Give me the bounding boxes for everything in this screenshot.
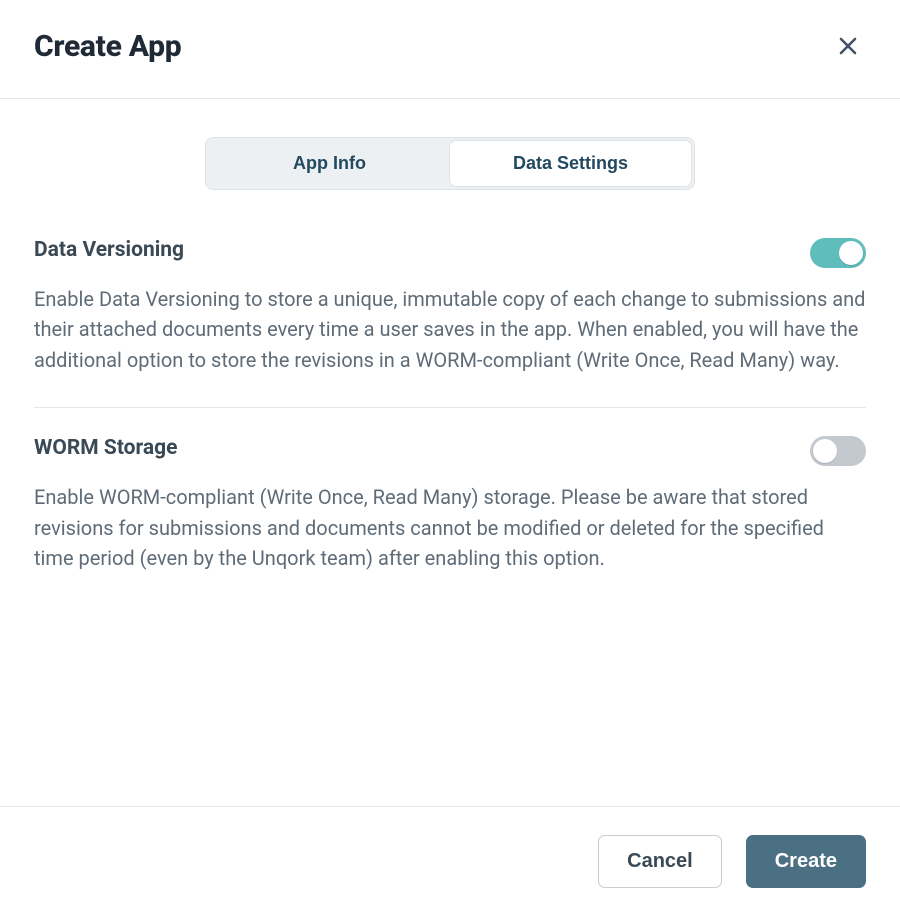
modal-header: Create App xyxy=(0,0,900,99)
tab-app-info[interactable]: App Info xyxy=(209,141,450,186)
toggle-knob xyxy=(813,439,837,463)
setting-data-versioning: Data Versioning xyxy=(34,238,866,284)
modal-footer: Cancel Create xyxy=(0,806,900,908)
create-button[interactable]: Create xyxy=(746,835,866,888)
toggle-data-versioning[interactable] xyxy=(810,238,866,268)
setting-desc-worm-storage: Enable WORM-compliant (Write Once, Read … xyxy=(34,482,866,573)
toggle-worm-storage[interactable] xyxy=(810,436,866,466)
toggle-knob xyxy=(839,241,863,265)
setting-title-data-versioning: Data Versioning xyxy=(34,238,184,262)
tabs: App Info Data Settings xyxy=(205,137,695,190)
setting-desc-data-versioning: Enable Data Versioning to store a unique… xyxy=(34,284,866,375)
close-button[interactable] xyxy=(830,28,866,64)
setting-title-worm-storage: WORM Storage xyxy=(34,436,177,460)
modal-title: Create App xyxy=(34,29,181,64)
cancel-button[interactable]: Cancel xyxy=(598,835,722,888)
create-app-modal: Create App App Info Data Settings Data V… xyxy=(0,0,900,908)
setting-worm-storage: WORM Storage xyxy=(34,436,866,482)
divider xyxy=(34,407,866,408)
tab-data-settings[interactable]: Data Settings xyxy=(450,141,691,186)
close-icon xyxy=(838,36,858,56)
modal-body: App Info Data Settings Data Versioning E… xyxy=(0,99,900,806)
